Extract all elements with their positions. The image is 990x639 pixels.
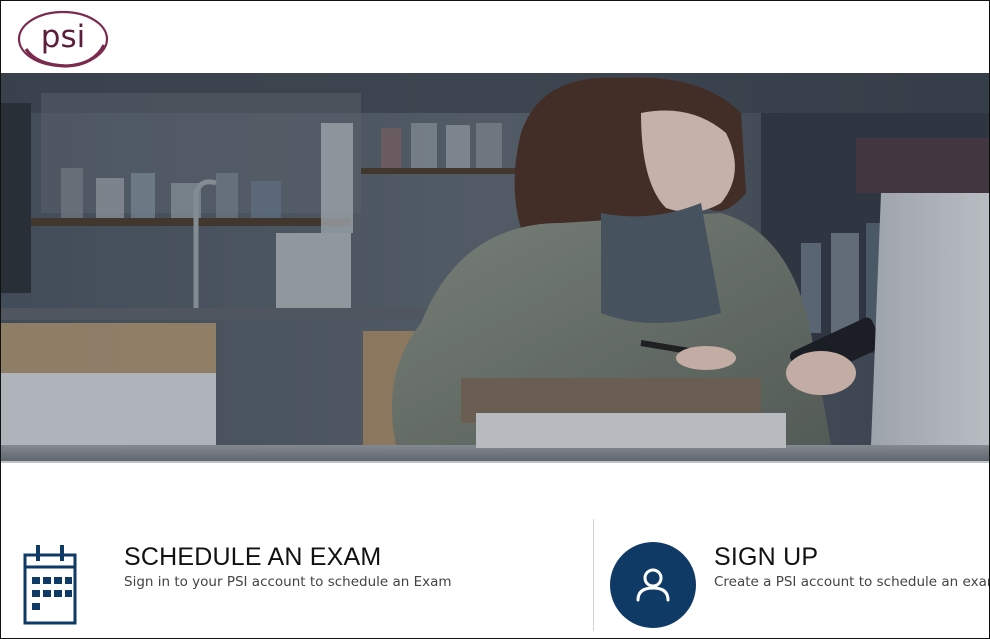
user-glyph <box>636 568 670 602</box>
sign-up-description: Create a PSI account to schedule an exam <box>714 574 990 590</box>
calendar-icon <box>23 545 77 625</box>
schedule-exam-card[interactable]: SCHEDULE AN EXAM Sign in to your PSI acc… <box>1 463 593 638</box>
sign-up-title[interactable]: SIGN UP <box>714 543 818 572</box>
hero-illustration <box>1 73 989 461</box>
action-section: SCHEDULE AN EXAM Sign in to your PSI acc… <box>1 463 989 638</box>
user-icon <box>610 542 696 628</box>
site-header: psi <box>1 1 989 73</box>
hero-photo <box>1 73 989 461</box>
page-frame: psi SCHEDULE AN EXAM Sign in to your PSI… <box>0 0 990 639</box>
schedule-exam-title[interactable]: SCHEDULE AN EXAM <box>124 543 381 572</box>
sign-up-card[interactable]: SIGN UP Create a PSI account to schedule… <box>594 463 989 638</box>
schedule-exam-description: Sign in to your PSI account to schedule … <box>124 574 452 590</box>
psi-logo[interactable]: psi <box>16 9 110 69</box>
logo-text: psi <box>40 19 86 55</box>
